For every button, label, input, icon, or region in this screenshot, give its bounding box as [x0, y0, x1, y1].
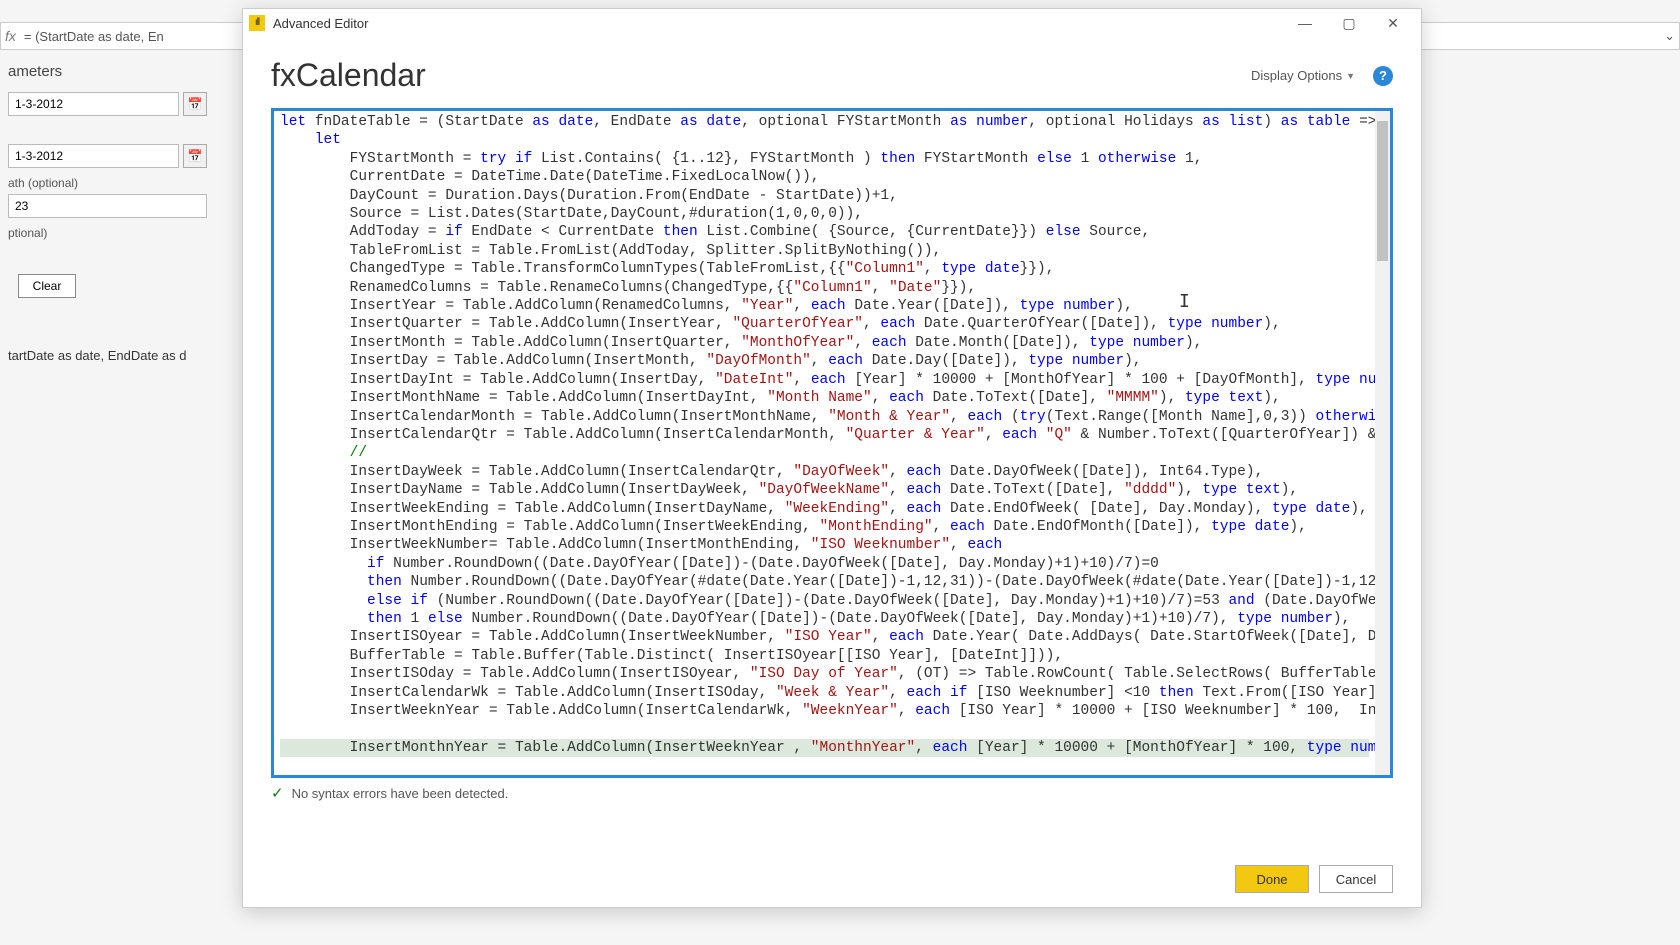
- end-date-input[interactable]: [8, 144, 179, 168]
- close-button[interactable]: ✕: [1371, 9, 1415, 37]
- start-date-input[interactable]: [8, 92, 179, 116]
- advanced-editor-dialog: Advanced Editor — ▢ ✕ fxCalendar Display…: [242, 8, 1422, 908]
- help-icon[interactable]: ?: [1373, 66, 1393, 86]
- query-name-heading: fxCalendar: [271, 57, 426, 94]
- title-bar: Advanced Editor — ▢ ✕: [243, 9, 1421, 37]
- param-label-month: ath (optional): [8, 176, 207, 190]
- fy-start-month-input[interactable]: [8, 194, 207, 218]
- function-signature: tartDate as date, EndDate as d: [8, 348, 207, 363]
- chevron-down-icon: ▼: [1346, 71, 1355, 81]
- maximize-button[interactable]: ▢: [1327, 9, 1371, 37]
- display-options-dropdown[interactable]: Display Options▼: [1251, 68, 1355, 83]
- clear-button[interactable]: Clear: [18, 274, 76, 298]
- calendar-icon[interactable]: 📅: [183, 144, 207, 168]
- dialog-title: Advanced Editor: [273, 16, 368, 31]
- done-button[interactable]: Done: [1235, 865, 1309, 893]
- cancel-button[interactable]: Cancel: [1319, 865, 1393, 893]
- formula-text[interactable]: = (StartDate as date, En: [24, 29, 164, 44]
- minimize-button[interactable]: —: [1283, 9, 1327, 37]
- formula-dropdown-icon[interactable]: ⌄: [1664, 28, 1675, 44]
- code-editor-container: let fnDateTable = (StartDate as date, En…: [271, 108, 1393, 778]
- check-icon: ✓: [271, 784, 284, 802]
- status-text: No syntax errors have been detected.: [292, 786, 509, 801]
- code-editor[interactable]: let fnDateTable = (StartDate as date, En…: [274, 111, 1375, 775]
- fx-label: fx: [5, 28, 16, 44]
- calendar-icon[interactable]: 📅: [183, 92, 207, 116]
- text-cursor: I: [1179, 291, 1180, 311]
- parameters-panel: ameters 📅 📅 ath (optional) ptional) Clea…: [0, 55, 215, 371]
- powerbi-icon: [249, 15, 265, 31]
- scrollbar-vertical[interactable]: [1375, 111, 1390, 775]
- scrollbar-thumb[interactable]: [1377, 121, 1388, 261]
- param-label-optional: ptional): [8, 226, 207, 240]
- status-bar: ✓ No syntax errors have been detected.: [271, 784, 1393, 802]
- parameters-header: ameters: [8, 63, 207, 80]
